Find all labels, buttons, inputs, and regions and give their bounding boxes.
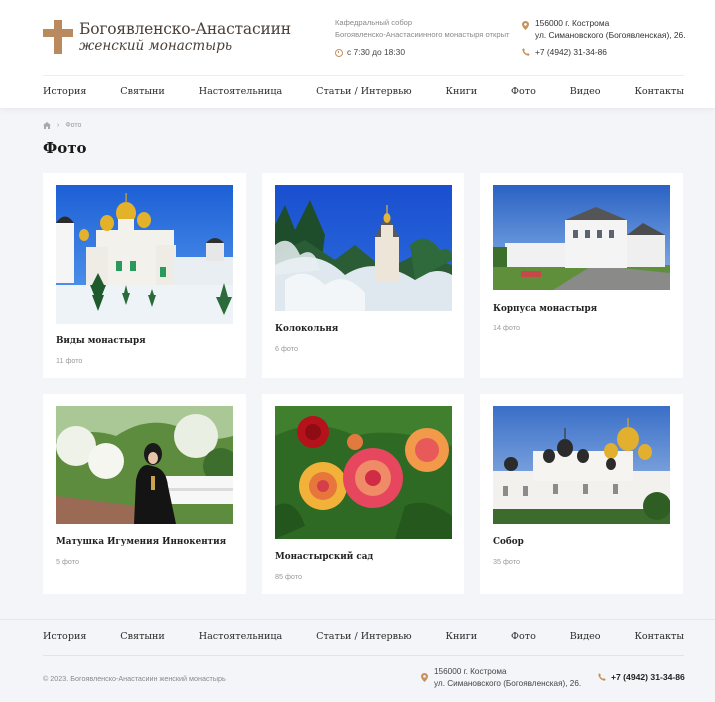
- footer-nav-photo[interactable]: Фото: [511, 631, 536, 642]
- album-card[interactable]: Матушка Игумения Иннокентия 5 фото: [43, 394, 246, 594]
- opening-hours: с 7:30 до 18:30: [347, 47, 405, 57]
- footer-nav-abbess[interactable]: Настоятельница: [199, 631, 283, 642]
- header-address-line1: 156000 г. Кострома: [535, 18, 610, 28]
- album-thumbnail[interactable]: [493, 406, 670, 524]
- footer-phone-text: +7 (4942) 31-34-86: [611, 672, 685, 682]
- home-icon[interactable]: [43, 122, 51, 129]
- album-thumbnail[interactable]: [56, 185, 233, 324]
- album-card[interactable]: Монастырский сад 85 фото: [262, 394, 464, 594]
- nav-item-video[interactable]: Видео: [570, 86, 601, 97]
- footer-address-line2: ул. Симановского (Богоявленская), 26.: [434, 679, 582, 688]
- footer-nav-books[interactable]: Книги: [446, 631, 478, 642]
- album-count: 5 фото: [56, 557, 79, 566]
- album-count: 35 фото: [493, 557, 520, 566]
- album-count: 11 фото: [56, 356, 83, 365]
- header-address-line2: ул. Симановского (Богоявленская), 26.: [535, 30, 686, 40]
- header-phone[interactable]: +7 (4942) 31-34-86: [535, 46, 607, 58]
- album-card[interactable]: Корпуса монастыря 14 фото: [480, 173, 683, 378]
- breadcrumb-current: Фото: [65, 122, 82, 129]
- copyright: © 2023. Богоявленско-Анастасиин женский …: [43, 674, 226, 683]
- footer-nav-history[interactable]: История: [43, 631, 86, 642]
- info-line2: Богоявленско-Анастасиинного монастыря от…: [335, 29, 510, 39]
- clock-icon: [335, 48, 343, 57]
- site-header: Богоявленско-Анастасиин женский монастыр…: [0, 0, 715, 108]
- header-contacts: 156000 г. Кострома ул. Симановского (Бог…: [522, 17, 686, 58]
- breadcrumb: › Фото: [43, 122, 81, 129]
- footer-address-line1: 156000 г. Кострома: [434, 667, 507, 676]
- page-title: Фото: [43, 139, 87, 157]
- main-nav: История Святыни Настоятельница Статьи / …: [43, 75, 684, 97]
- footer-nav-contacts[interactable]: Контакты: [634, 631, 684, 642]
- footer-nav-shrines[interactable]: Святыни: [120, 631, 165, 642]
- album-title[interactable]: Монастырский сад: [275, 552, 373, 562]
- album-thumbnail[interactable]: [56, 406, 233, 524]
- footer-nav-video[interactable]: Видео: [570, 631, 601, 642]
- site-logo[interactable]: Богоявленско-Анастасиин женский монастыр…: [43, 20, 291, 54]
- album-card[interactable]: Виды монастыря 11 фото: [43, 173, 246, 378]
- nav-item-abbess[interactable]: Настоятельница: [199, 86, 283, 97]
- nav-item-books[interactable]: Книги: [446, 86, 478, 97]
- nav-item-history[interactable]: История: [43, 86, 86, 97]
- footer-address: 156000 г. Кострома ул. Симановского (Бог…: [421, 666, 581, 690]
- album-count: 85 фото: [275, 572, 302, 581]
- album-title[interactable]: Виды монастыря: [56, 336, 146, 346]
- album-title[interactable]: Матушка Игумения Иннокентия: [56, 537, 226, 547]
- nav-item-photo[interactable]: Фото: [511, 86, 536, 97]
- footer-phone[interactable]: +7 (4942) 31-34-86: [598, 672, 685, 682]
- nav-item-articles[interactable]: Статьи / Интервью: [316, 86, 412, 97]
- location-pin-icon: [421, 673, 428, 682]
- phone-icon: [598, 673, 606, 681]
- album-count: 6 фото: [275, 344, 298, 353]
- album-thumbnail[interactable]: [275, 406, 452, 539]
- album-count: 14 фото: [493, 323, 520, 332]
- album-title[interactable]: Собор: [493, 537, 524, 547]
- cross-icon: [43, 20, 73, 54]
- album-title[interactable]: Корпуса монастыря: [493, 304, 597, 314]
- logo-subtitle: женский монастырь: [79, 38, 233, 54]
- breadcrumb-separator: ›: [57, 122, 60, 129]
- info-line1: Кафедральный собор: [335, 18, 413, 27]
- opening-info: Кафедральный собор Богоявленско-Анастаси…: [335, 17, 510, 59]
- site-footer: История Святыни Настоятельница Статьи / …: [0, 619, 715, 702]
- nav-item-shrines[interactable]: Святыни: [120, 86, 165, 97]
- footer-nav-articles[interactable]: Статьи / Интервью: [316, 631, 412, 642]
- footer-nav: История Святыни Настоятельница Статьи / …: [43, 631, 684, 656]
- phone-icon: [522, 48, 530, 56]
- album-thumbnail[interactable]: [275, 185, 452, 311]
- nav-item-contacts[interactable]: Контакты: [634, 86, 684, 97]
- album-card[interactable]: Колокольня 6 фото: [262, 173, 464, 378]
- logo-title: Богоявленско-Анастасиин: [79, 20, 291, 38]
- album-thumbnail[interactable]: [493, 185, 670, 290]
- album-card[interactable]: Собор 35 фото: [480, 394, 683, 594]
- album-title[interactable]: Колокольня: [275, 324, 338, 334]
- location-pin-icon: [522, 21, 529, 30]
